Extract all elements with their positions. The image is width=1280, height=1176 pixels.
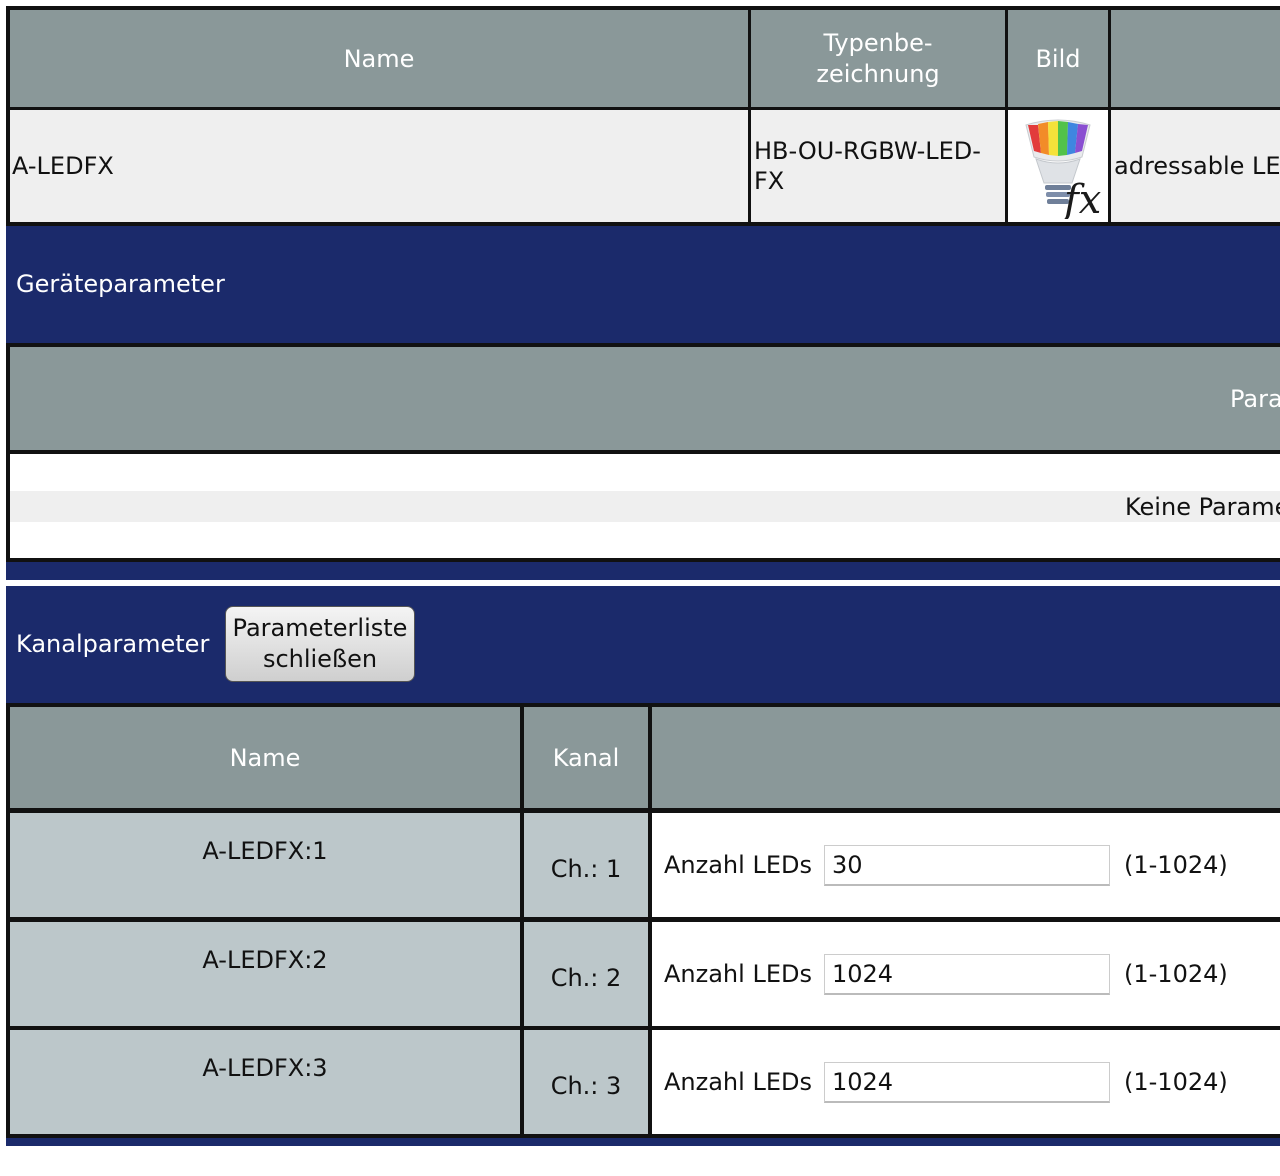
channel-row-1-name: A-LEDFX:1 [10, 813, 520, 917]
led-count-range: (1-1024) [1124, 851, 1228, 879]
channel-name: A-LEDFX:3 [202, 1054, 328, 1082]
header-name: Name [10, 10, 748, 107]
channel-header-name: Name [10, 707, 520, 808]
channel-row-1-params: Anzahl LEDs (1-1024) [652, 813, 1280, 917]
header-image: Bild [1008, 10, 1108, 107]
channel-row-3-params: Anzahl LEDs (1-1024) [652, 1030, 1280, 1134]
device-params-empty-text: Keine Parame [1125, 492, 1280, 521]
device-name-cell: A-LEDFX [10, 110, 748, 222]
led-count-input[interactable] [824, 1062, 1110, 1103]
device-type-line1: HB-OU-RGBW-LED- [754, 137, 981, 165]
rgb-bulb-fx-icon: fx [1025, 119, 1101, 219]
device-type-line2: FX [754, 167, 785, 195]
channel-row-1-kanal: Ch.: 1 [524, 813, 648, 917]
device-image-cell: fx [1008, 110, 1108, 222]
device-type-cell: HB-OU-RGBW-LED- FX [751, 110, 1005, 222]
close-button-line2: schließen [262, 645, 378, 673]
header-type-line1: Typenbe- [823, 28, 933, 57]
channel-row-2-name: A-LEDFX:2 [10, 922, 520, 1026]
led-count-range: (1-1024) [1124, 960, 1228, 988]
channel-row-2-kanal: Ch.: 2 [524, 922, 648, 1026]
header-description [1111, 10, 1280, 107]
header-image-label: Bild [1035, 44, 1081, 73]
channel-number: Ch.: 2 [550, 964, 622, 992]
led-count-input[interactable] [824, 845, 1110, 886]
led-count-label: Anzahl LEDs [664, 960, 812, 988]
svg-text:fx: fx [1061, 177, 1101, 219]
channel-row-3-kanal: Ch.: 3 [524, 1030, 648, 1134]
channel-table: Name Kanal A-LEDFX:1 Ch.: 1 Anzahl LEDs … [6, 703, 1280, 1138]
channel-header-kanal-label: Kanal [552, 743, 620, 772]
device-params-header-label: Para [1230, 384, 1280, 413]
channel-params-title: Kanalparameter [16, 630, 210, 658]
channel-header-params [652, 707, 1280, 808]
device-params-table: Para Keine Parame [6, 343, 1280, 562]
led-count-input[interactable] [824, 954, 1110, 995]
close-parameter-list-button[interactable]: Parameterliste schließen [225, 606, 415, 682]
device-description-cell: adressable LE [1111, 110, 1280, 222]
device-params-header: Para [10, 347, 1280, 450]
channel-row-2-params: Anzahl LEDs (1-1024) [652, 922, 1280, 1026]
device-name: A-LEDFX [12, 152, 114, 180]
led-count-label: Anzahl LEDs [664, 851, 812, 879]
header-name-label: Name [343, 44, 415, 73]
led-count-range: (1-1024) [1124, 1068, 1228, 1096]
close-button-line1: Parameterliste [232, 614, 408, 642]
channel-header-name-label: Name [229, 743, 301, 772]
device-params-title: Geräteparameter [16, 270, 225, 298]
device-description: adressable LE [1114, 152, 1280, 180]
led-count-label: Anzahl LEDs [664, 1068, 812, 1096]
device-params-empty-row: Keine Parame [10, 491, 1280, 522]
header-type-line2: zeichnung [816, 59, 940, 88]
channel-number: Ch.: 1 [550, 855, 622, 883]
channel-header-kanal: Kanal [524, 707, 648, 808]
device-table: Name Typenbe- zeichnung Bild A-LEDFX HB-… [6, 6, 1280, 226]
channel-name: A-LEDFX:2 [202, 946, 328, 974]
header-type: Typenbe- zeichnung [751, 10, 1005, 107]
channel-row-3-name: A-LEDFX:3 [10, 1030, 520, 1134]
channel-number: Ch.: 3 [550, 1072, 622, 1100]
channel-name: A-LEDFX:1 [202, 837, 328, 865]
